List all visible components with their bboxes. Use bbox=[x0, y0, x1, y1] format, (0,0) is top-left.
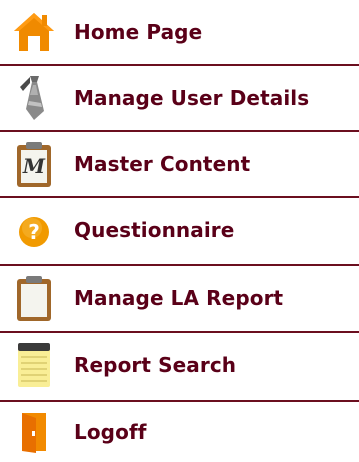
menu-item-label: Report Search bbox=[74, 353, 237, 377]
tie-icon bbox=[8, 72, 60, 124]
navigation-menu: Home Page Manage User Details M Master C… bbox=[0, 0, 359, 462]
menu-item-logoff[interactable]: Logoff bbox=[0, 402, 359, 462]
menu-item-label: Logoff bbox=[74, 420, 147, 444]
menu-item-label: Home Page bbox=[74, 20, 203, 44]
menu-item-master-content[interactable]: M Master Content bbox=[0, 132, 359, 196]
menu-item-label: Master Content bbox=[74, 152, 251, 176]
menu-item-manage-user-details[interactable]: Manage User Details bbox=[0, 66, 359, 130]
svg-text:?: ? bbox=[28, 220, 40, 244]
door-icon bbox=[8, 406, 60, 458]
notepad-icon bbox=[8, 339, 60, 391]
menu-item-report-search[interactable]: Report Search bbox=[0, 333, 359, 397]
clipboard-m-icon: M bbox=[8, 138, 60, 190]
menu-item-questionnaire[interactable]: ? Questionnaire bbox=[0, 198, 359, 262]
question-icon: ? bbox=[8, 204, 60, 256]
svg-text:M: M bbox=[22, 154, 46, 178]
menu-item-label: Manage User Details bbox=[74, 86, 310, 110]
menu-item-manage-la-report[interactable]: Manage LA Report bbox=[0, 266, 359, 330]
menu-item-label: Manage LA Report bbox=[74, 286, 284, 310]
home-icon bbox=[8, 6, 60, 58]
menu-item-label: Questionnaire bbox=[74, 218, 235, 242]
clipboard-icon bbox=[8, 272, 60, 324]
menu-item-home-page[interactable]: Home Page bbox=[0, 0, 359, 64]
